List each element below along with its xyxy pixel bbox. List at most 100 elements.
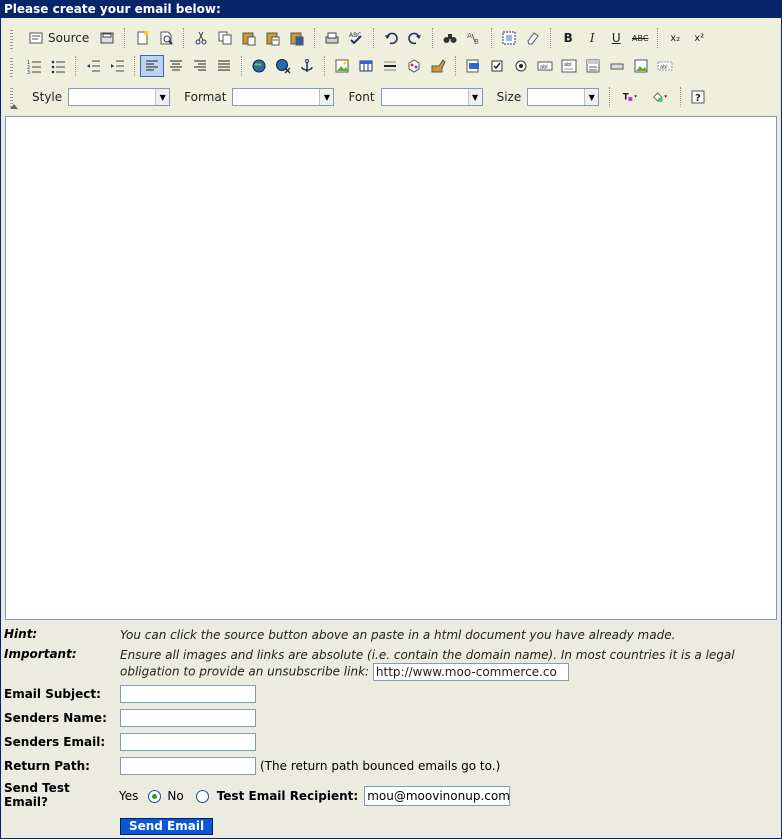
copy-button[interactable] [213,27,237,49]
paste-button[interactable] [237,27,261,49]
svg-text:T: T [623,92,629,102]
send-email-button[interactable]: Send Email [120,818,213,835]
bulleted-list-button[interactable] [46,55,70,77]
smiley-button[interactable] [402,55,426,77]
superscript-button[interactable]: x² [687,27,711,49]
yes-label: Yes [119,789,139,803]
return-path-input[interactable] [120,757,256,775]
radio-button-tool[interactable] [509,55,533,77]
save-button[interactable] [95,27,119,49]
svg-text:abl: abl [540,65,548,71]
format-select[interactable]: ▼ [232,88,335,106]
strikethrough-button[interactable]: ABC [628,27,652,49]
button-field-button[interactable] [605,55,629,77]
bold-button[interactable]: B [556,27,580,49]
separator [657,28,659,48]
numbered-list-button[interactable]: 123 [22,55,46,77]
editor-content-area[interactable] [5,116,777,620]
replace-icon: AB [467,32,479,46]
italic-button[interactable]: I [580,27,604,49]
style-label: Style [32,90,63,104]
subscript-button[interactable]: x₂ [663,27,687,49]
cut-button[interactable] [189,27,213,49]
svg-text:3: 3 [27,70,30,74]
no-radio[interactable] [195,789,209,803]
undo-icon [385,32,398,45]
align-center-button[interactable] [164,55,188,77]
underline-button[interactable]: U [604,27,628,49]
senders-name-input[interactable] [120,709,256,727]
toolbar-grip[interactable] [10,58,13,78]
email-subject-label: Email Subject: [4,687,101,701]
editor-toolbar: Source ABC AB B I U ABC x₂ x² 123 abl ab… [4,18,778,114]
yes-radio[interactable] [148,789,162,803]
about-button[interactable]: ? [686,86,710,108]
separator [432,28,434,48]
undo-button[interactable] [379,27,403,49]
hidden-field-button[interactable]: abl [653,55,677,77]
svg-text:abl: abl [660,65,668,71]
bulleted-list-icon [51,60,65,74]
image-button[interactable] [330,55,354,77]
font-select[interactable]: ▼ [380,88,483,106]
redo-button[interactable] [403,27,427,49]
toolbar-grip[interactable] [10,30,13,50]
chevron-down-icon[interactable]: ▼ [319,89,334,105]
table-button[interactable] [354,55,378,77]
paste-word-button[interactable] [285,27,309,49]
object-icon [408,59,420,73]
checkbox-button[interactable] [485,55,509,77]
new-page-button[interactable] [130,27,154,49]
chevron-down-icon[interactable]: ▼ [467,89,482,105]
senders-email-input[interactable] [120,733,256,751]
spellcheck-button[interactable]: ABC [344,27,368,49]
preview-button[interactable] [154,27,178,49]
form-button[interactable] [461,55,485,77]
paste-text-icon [266,32,280,46]
source-button[interactable]: Source [22,27,95,49]
copy-icon [218,31,232,45]
remove-format-button[interactable] [521,27,545,49]
hint-text: You can click the source button above an… [120,628,676,642]
size-select[interactable]: ▼ [527,88,600,106]
print-button[interactable] [320,27,344,49]
source-label: Source [48,31,90,45]
email-subject-input[interactable] [120,685,256,703]
find-button[interactable] [438,27,462,49]
important-text-line-2: obligation to provide an unsubscribe lin… [120,664,370,679]
hint-label: Hint: [4,627,38,641]
send-test-label-line-2: Email? [4,795,48,809]
test-recipient-label: Test Email Recipient: [216,789,359,803]
special-char-button[interactable] [426,55,450,77]
test-recipient-input[interactable]: mou@moovinonup.com [364,786,511,806]
unsubscribe-link-input[interactable]: http://www.moo-commerce.co [372,663,569,681]
send-test-label: Send Test Email? [4,781,70,809]
chevron-down-icon[interactable]: ▼ [155,89,170,105]
chevron-down-icon[interactable]: ▼ [584,89,599,105]
text-field-button[interactable]: abl [533,55,557,77]
style-select[interactable]: ▼ [68,88,171,106]
align-left-button[interactable] [140,55,164,77]
button-field-icon [610,63,624,70]
link-button[interactable] [247,55,271,77]
anchor-button[interactable] [295,55,319,77]
paste-text-button[interactable] [261,27,285,49]
align-left-icon [146,60,158,71]
horizontal-rule-button[interactable] [378,55,402,77]
select-field-button[interactable] [581,55,605,77]
unlink-button[interactable] [271,55,295,77]
background-color-button[interactable] [645,86,675,108]
image-button-tool[interactable] [629,55,653,77]
align-right-icon [194,60,206,71]
justify-button[interactable] [212,55,236,77]
senders-email-label: Senders Email: [4,735,106,749]
indent-button[interactable] [105,55,129,77]
collapse-toolbar-icon[interactable] [10,104,18,109]
select-all-button[interactable] [497,27,521,49]
separator [134,56,135,76]
textarea-button[interactable]: abl [557,55,581,77]
align-right-button[interactable] [188,55,212,77]
text-color-button[interactable]: T [615,86,645,108]
outdent-button[interactable] [81,55,105,77]
replace-button[interactable]: AB [462,27,486,49]
